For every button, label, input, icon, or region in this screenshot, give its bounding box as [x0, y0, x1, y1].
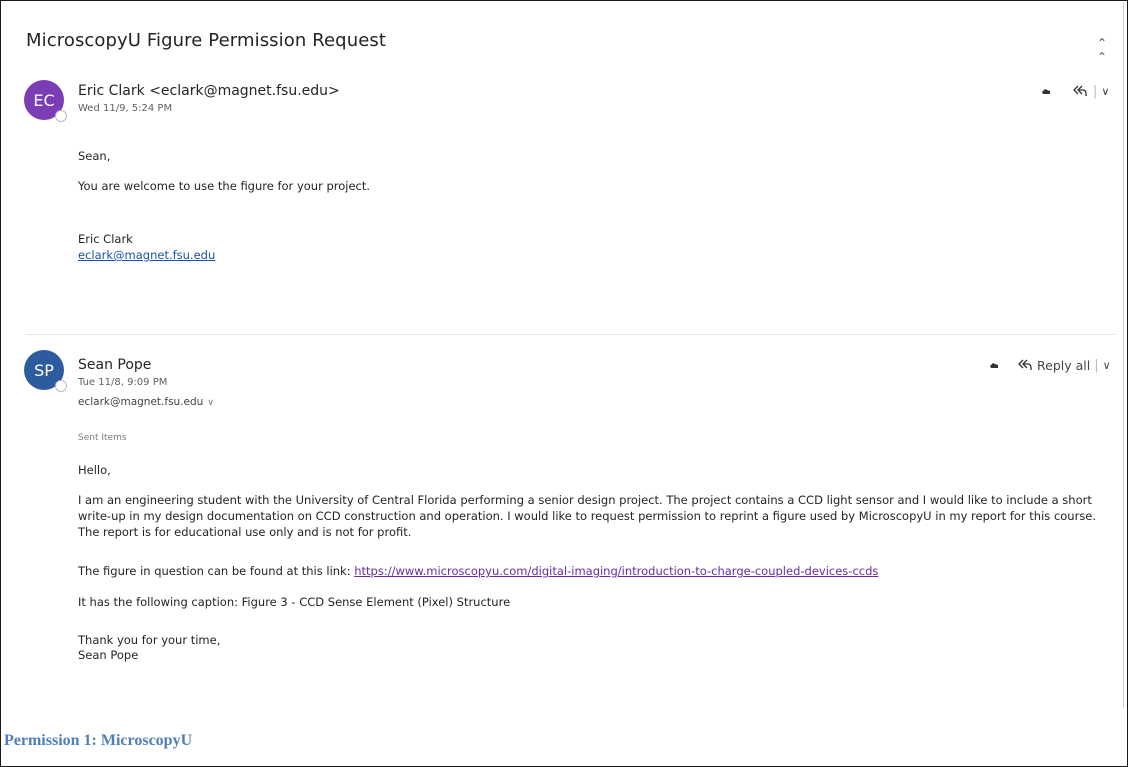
hand-emoji-icon[interactable] [985, 356, 1003, 374]
chevron-down-icon[interactable]: ∨ [1103, 359, 1111, 372]
closing-line: Thank you for your time, [78, 633, 221, 647]
message-paragraph: I am an engineering student with the Uni… [78, 493, 1097, 539]
message-greeting: Sean, [78, 149, 111, 163]
message-paragraph: It has the following caption: Figure 3 -… [78, 595, 511, 609]
hand-emoji-icon[interactable] [1037, 82, 1055, 100]
message-date: Wed 11/9, 5:24 PM [78, 103, 173, 114]
message-date: Tue 11/8, 9:09 PM [78, 377, 168, 388]
chevron-down-icon[interactable]: ∨ [207, 398, 214, 408]
separator: | [1094, 357, 1099, 373]
sender-name[interactable]: Eric Clark <eclark@magnet.fsu.edu> [78, 83, 340, 99]
message-divider [26, 334, 1116, 335]
email-subject: MicroscopyU Figure Permission Request [26, 30, 387, 51]
link-prefix-text: The figure in question can be found at t… [78, 564, 355, 578]
reply-all-icon [1018, 359, 1032, 370]
reply-all-button[interactable]: Reply all [1017, 358, 1090, 373]
message-greeting: Hello, [78, 463, 111, 477]
folder-label: Sent Items [78, 433, 127, 443]
message-paragraph: The figure in question can be found at t… [78, 563, 878, 579]
reply-all-icon[interactable] [1071, 82, 1089, 100]
sender-name[interactable]: Sean Pope [78, 357, 151, 373]
presence-status-icon [55, 110, 67, 122]
message-actions: | ∨ [1037, 82, 1109, 100]
signature-name: Eric Clark [78, 232, 133, 246]
signature-email-link[interactable]: eclark@magnet.fsu.edu [78, 248, 215, 262]
recipient-line[interactable]: eclark@magnet.fsu.edu ∨ [78, 396, 214, 408]
message-actions: Reply all | ∨ [985, 356, 1111, 374]
signature-name: Sean Pope [78, 648, 139, 662]
figure-caption: Permission 1: MicroscopyU [4, 732, 193, 749]
presence-status-icon [55, 380, 67, 392]
reply-all-label: Reply all [1037, 357, 1091, 373]
separator: | [1093, 83, 1098, 99]
recipient-email[interactable]: eclark@magnet.fsu.edu [78, 396, 203, 408]
double-chevron-up-icon[interactable]: ⌃ ⌃ [1097, 36, 1107, 64]
chevron-down-icon[interactable]: ∨ [1101, 85, 1109, 98]
figure-url-link[interactable]: https://www.microscopyu.com/digital-imag… [354, 564, 878, 578]
message-body-line: You are welcome to use the figure for yo… [78, 179, 371, 193]
